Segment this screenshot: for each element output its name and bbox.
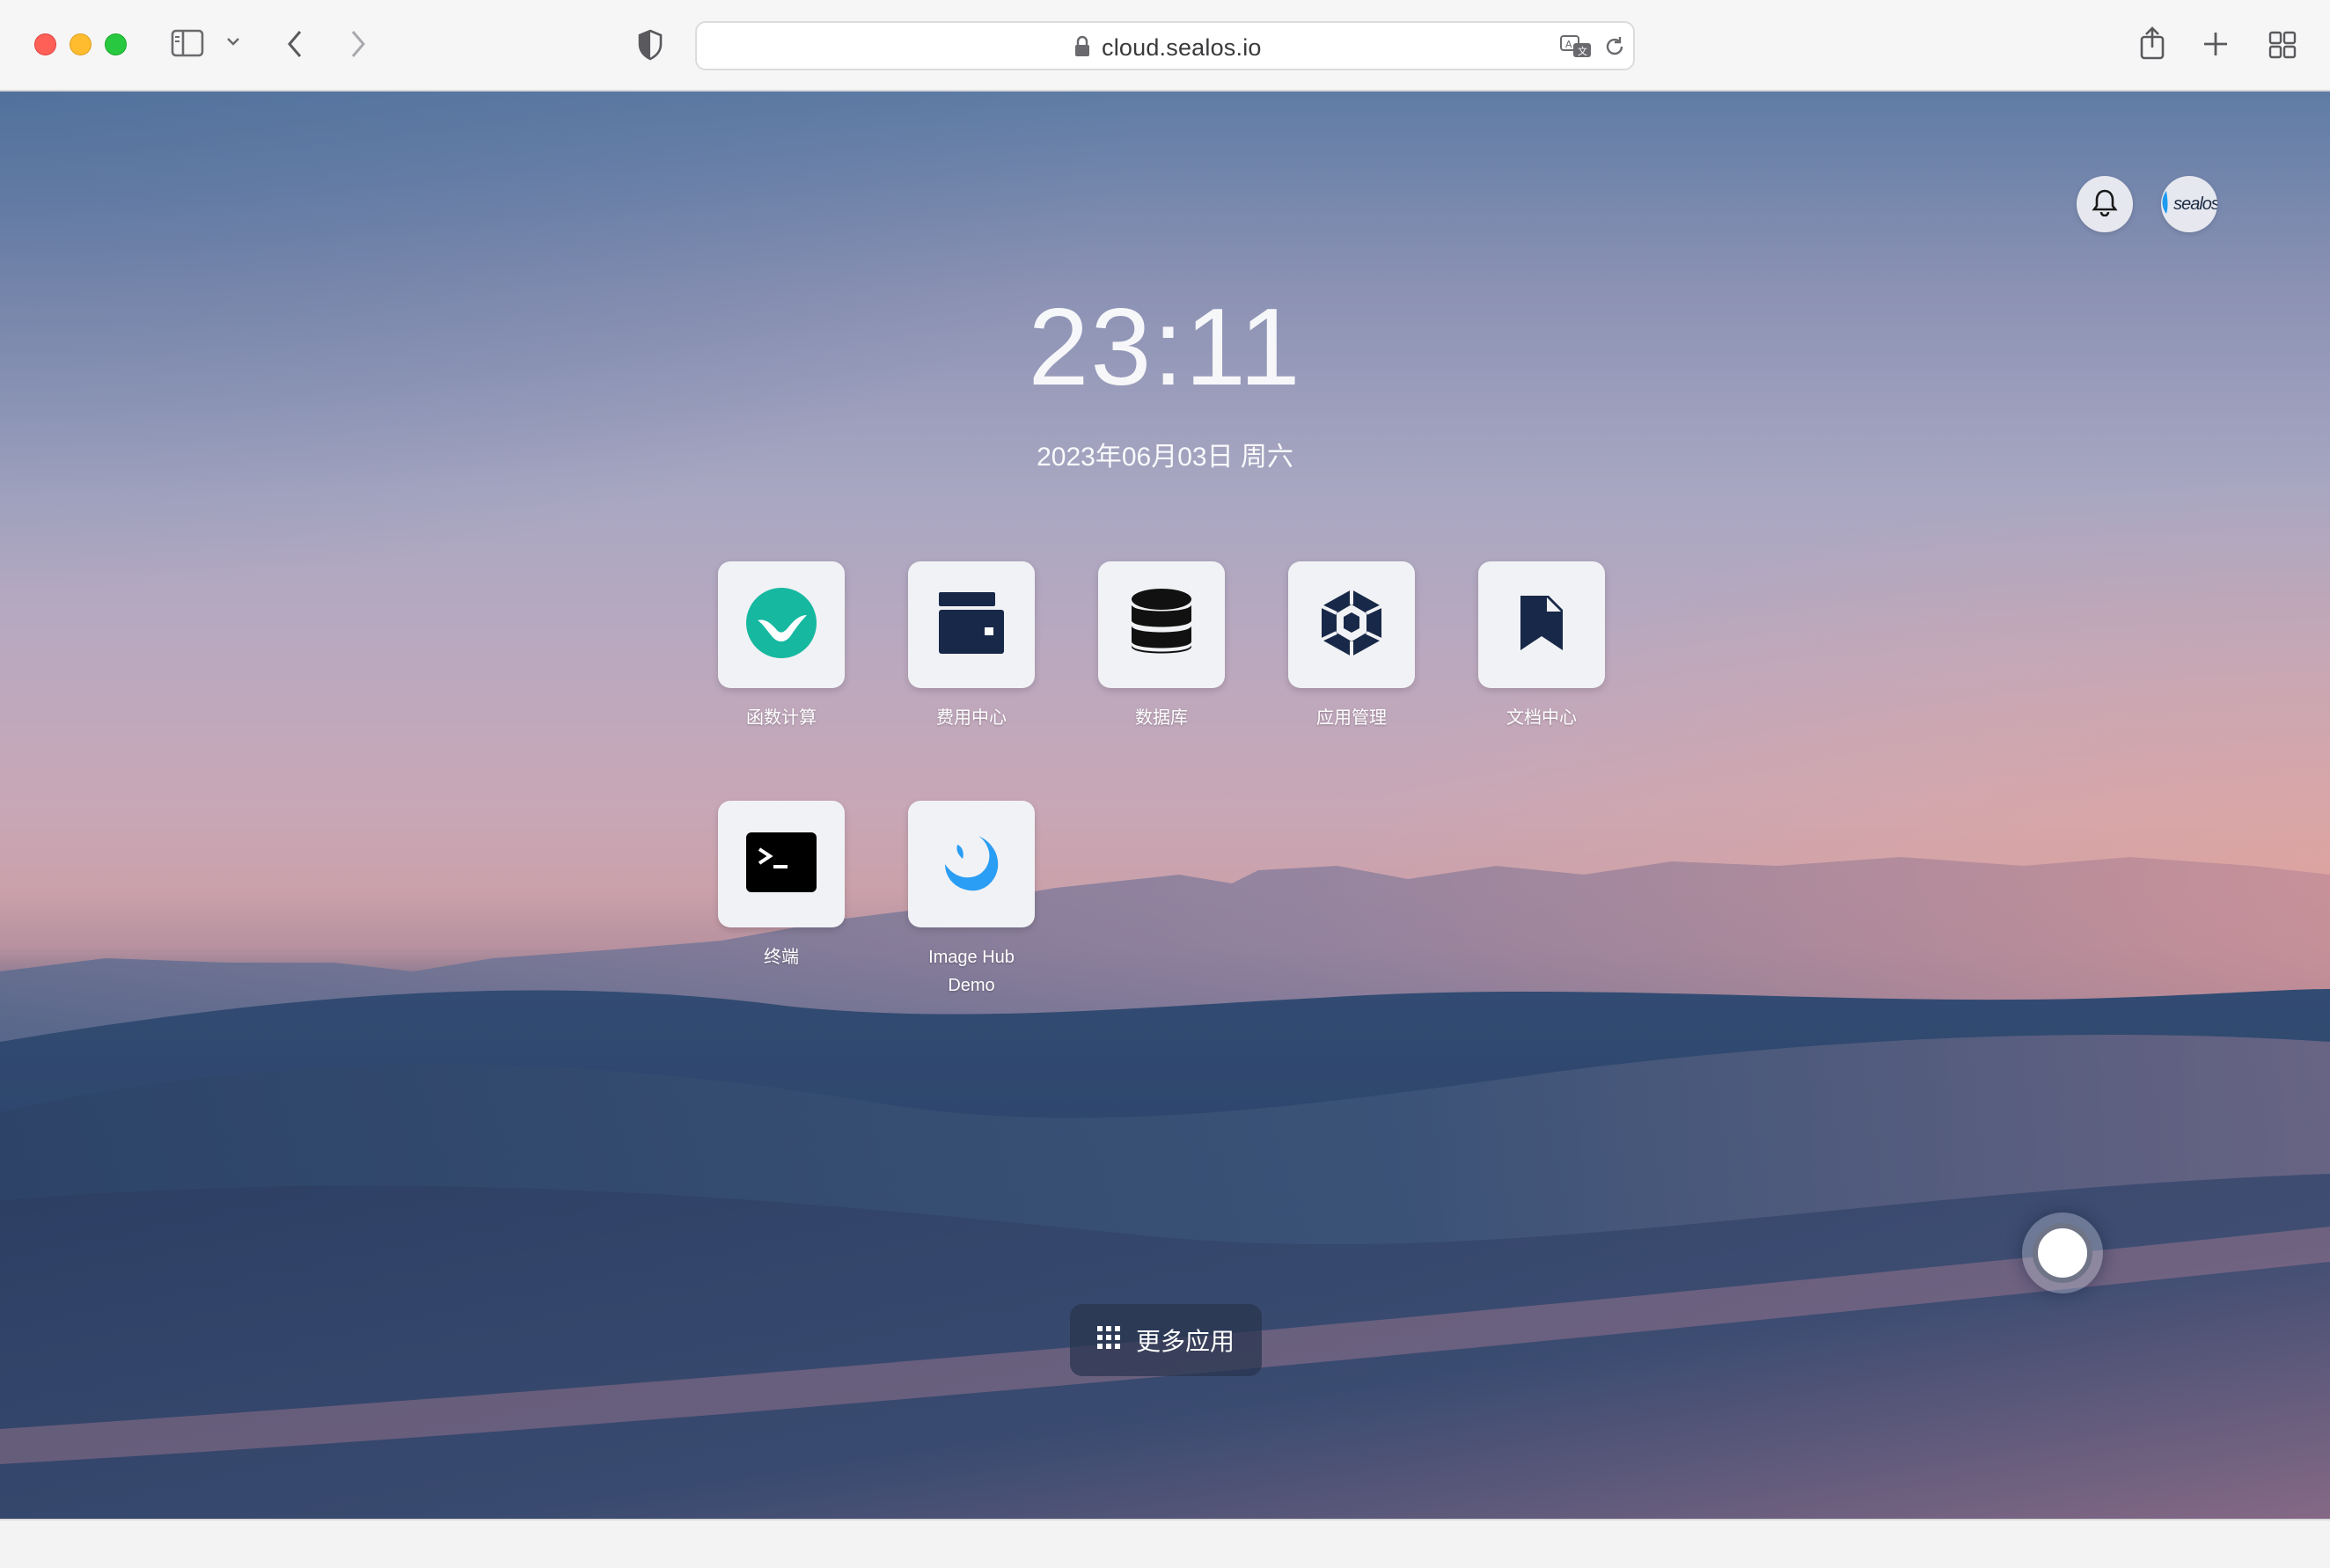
date: 2023年06月03日 周六: [1037, 443, 1293, 472]
app-docs-center[interactable]: 文档中心: [1476, 561, 1608, 732]
avatar-logo-text: sealos: [2173, 194, 2217, 214]
image-hub-icon: [938, 829, 1005, 900]
reload-icon[interactable]: [1603, 35, 1626, 62]
tab-overview-icon[interactable]: [2268, 30, 2297, 60]
sealos-desktop: sealos 23:11 2023年06月03日 周六 函数计算 费用中心 数据…: [0, 92, 2330, 1519]
back-arrow-icon[interactable]: [285, 28, 304, 60]
user-avatar[interactable]: sealos: [2161, 176, 2217, 232]
svg-text:A: A: [1565, 39, 1572, 50]
browser-toolbar: cloud.sealos.io A文: [0, 0, 2330, 92]
app-launchpad-icon: [1316, 587, 1387, 663]
zoom-window-button[interactable]: [105, 33, 127, 55]
app-tile[interactable]: [1478, 561, 1605, 688]
grid-icon: [1096, 1325, 1120, 1355]
app-tile[interactable]: [1288, 561, 1415, 688]
lock-icon: [1073, 35, 1091, 62]
minimize-window-button[interactable]: [70, 33, 92, 55]
database-icon: [1128, 587, 1195, 663]
browser-window: cloud.sealos.io A文 sealos 23:11 2023年06月…: [0, 0, 2330, 1568]
app-tile[interactable]: [908, 561, 1035, 688]
forward-arrow-icon[interactable]: [348, 28, 368, 60]
app-terminal[interactable]: 终端: [715, 801, 847, 971]
svg-text:文: 文: [1578, 45, 1587, 57]
address-bar[interactable]: cloud.sealos.io A文: [695, 21, 1635, 70]
app-label: 函数计算: [746, 708, 817, 728]
share-icon[interactable]: [2138, 25, 2166, 60]
app-function-compute[interactable]: 函数计算: [715, 561, 847, 732]
app-billing-center[interactable]: 费用中心: [905, 561, 1037, 732]
more-apps-label: 更多应用: [1135, 1328, 1235, 1355]
app-tile[interactable]: [718, 561, 845, 688]
chevron-down-icon[interactable]: [225, 35, 241, 48]
new-tab-icon[interactable]: [2202, 30, 2230, 58]
app-image-hub-demo[interactable]: Image Hub Demo: [905, 801, 1037, 1000]
app-label: Image Hub Demo: [928, 948, 1015, 995]
docs-icon: [1515, 594, 1568, 656]
translate-icon[interactable]: A文: [1559, 33, 1594, 64]
more-apps-button[interactable]: 更多应用: [1070, 1304, 1262, 1376]
app-label: 终端: [764, 948, 799, 967]
sealos-logo-icon: [2161, 189, 2172, 220]
app-label: 数据库: [1135, 708, 1188, 728]
bell-icon: [2092, 188, 2118, 221]
app-label: 费用中心: [936, 708, 1007, 728]
app-application-management[interactable]: 应用管理: [1286, 561, 1418, 732]
url-text: cloud.sealos.io: [1102, 34, 1262, 61]
sidebar-toggle-icon[interactable]: [171, 29, 204, 57]
laf-function-icon: [745, 587, 817, 663]
notification-bell-button[interactable]: [2077, 176, 2133, 232]
close-window-button[interactable]: [34, 33, 56, 55]
floating-assistive-button[interactable]: [2022, 1213, 2103, 1293]
app-database[interactable]: 数据库: [1095, 561, 1227, 732]
app-label: 文档中心: [1506, 708, 1577, 728]
app-tile[interactable]: [1098, 561, 1225, 688]
privacy-shield-icon[interactable]: [637, 29, 663, 61]
clock: 23:11: [1028, 287, 1302, 408]
terminal-icon: [745, 832, 817, 898]
floating-button-core: [2033, 1223, 2092, 1283]
app-tile[interactable]: [718, 801, 845, 927]
app-tile[interactable]: [908, 801, 1035, 927]
wallet-icon: [935, 587, 1007, 663]
app-label: 应用管理: [1316, 708, 1387, 728]
browser-bottom-bar: [0, 1519, 2330, 1568]
